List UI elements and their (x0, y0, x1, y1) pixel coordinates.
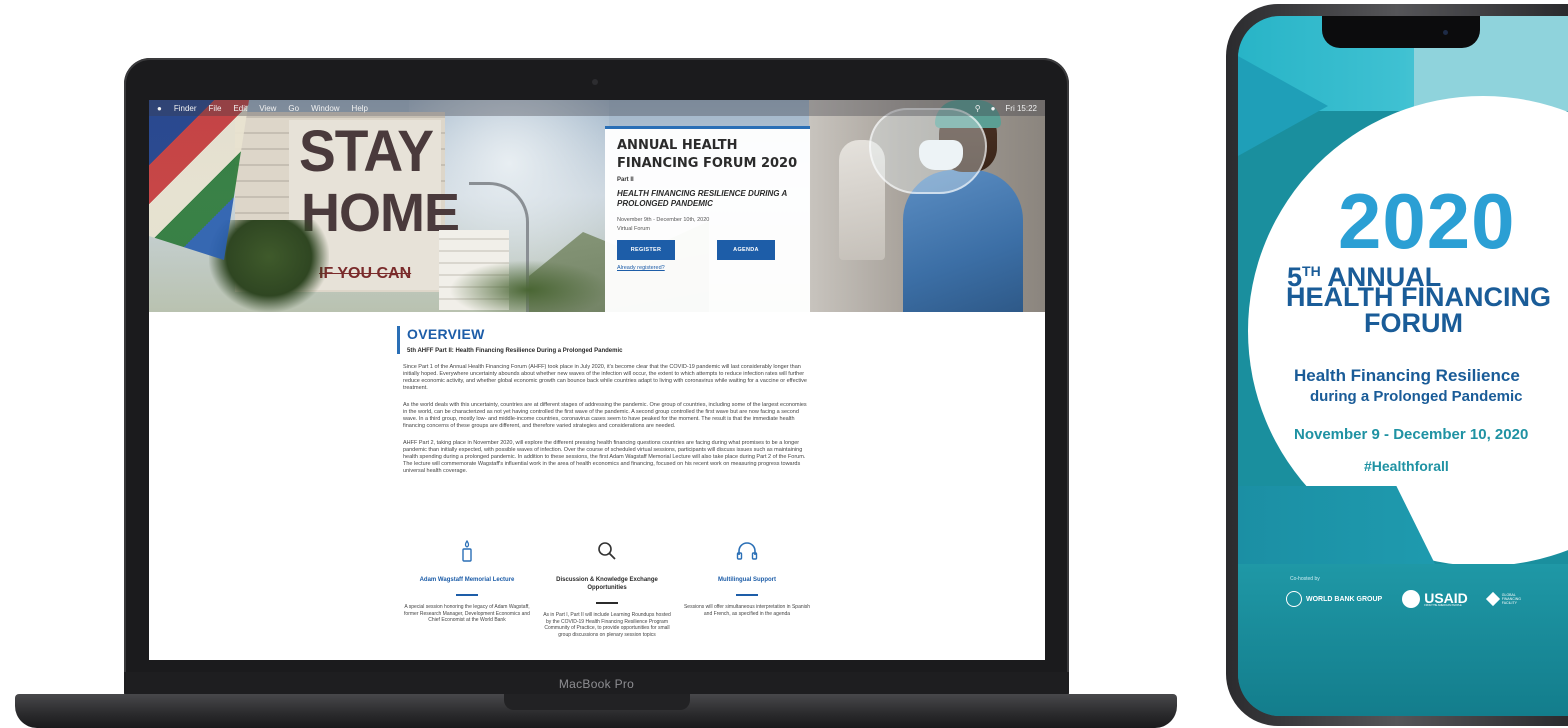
mac-menu-bar: ● Finder File Edit View Go Window Help ⚲… (149, 100, 1045, 116)
feature-multilingual-desc: Sessions will offer simultaneous interpr… (683, 604, 811, 617)
overview-paragraph-3: AHFF Part 2, taking place in November 20… (403, 440, 806, 474)
hero-buttons: REGISTER AGENDA (617, 240, 800, 260)
gff-logo: GLOBAL FINANCING FACILITY (1485, 591, 1530, 607)
world-bank-label: WORLD BANK GROUP (1306, 595, 1383, 603)
laptop-camera (592, 79, 598, 85)
menu-clock[interactable]: Fri 15:22 (1005, 104, 1037, 113)
hero-title: ANNUAL HEALTH FINANCING FORUM 2020 (617, 138, 798, 171)
overview-heading: OVERVIEW 5th AHFF Part II: Health Financ… (397, 326, 807, 354)
feature-discussion-rule (596, 602, 618, 604)
register-button[interactable]: REGISTER (617, 240, 675, 260)
usaid-label: USAID (1424, 589, 1468, 606)
hero-banner: STAY HOME IF YOU CAN ANNUAL HEALTH FINAN… (149, 100, 1045, 312)
spotlight-icon[interactable]: ⚲ (975, 104, 981, 113)
gff-diamond-icon (1485, 591, 1500, 607)
feature-lecture-rule (456, 594, 478, 596)
menu-bar-status: ⚲ ● Fri 15:22 (975, 104, 1037, 113)
agenda-button[interactable]: AGENDA (717, 240, 775, 260)
phone-notch (1322, 16, 1480, 48)
overview-paragraph-2: As the world deals with this uncertainty… (403, 402, 807, 429)
hero-trees (449, 260, 609, 312)
overview-subtitle: 5th AHFF Part II: Health Financing Resil… (407, 348, 623, 354)
phone-screen: 2020 5TH ANNUAL HEALTH FINANCING FORUM H… (1238, 16, 1568, 716)
feature-lecture-desc: A special session honoring the legacy of… (404, 604, 530, 623)
laptop-base-notch (504, 694, 690, 710)
phone-ordinal-suffix: TH (1302, 263, 1321, 279)
phone-tagline-1: Health Financing Resilience (1294, 366, 1520, 385)
phone-health-financing: HEALTH FINANCING (1286, 282, 1551, 312)
usaid-seal-icon (1402, 590, 1421, 608)
menu-item-view[interactable]: View (259, 104, 276, 113)
overview-paragraph-1: Since Part 1 of the Annual Health Financ… (403, 364, 807, 391)
feature-multilingual-rule (736, 594, 758, 596)
hero-sign-stay: STAY (299, 119, 434, 184)
hero-venue: Virtual Forum (617, 226, 650, 232)
laptop-screen: STAY HOME IF YOU CAN ANNUAL HEALTH FINAN… (149, 100, 1045, 660)
phone-tagline-2: during a Prolonged Pandemic (1310, 388, 1523, 405)
features-row: Adam Wagstaff Memorial Lecture A special… (397, 540, 817, 638)
phone-hashtag: #Healthforall (1364, 458, 1449, 474)
headphones-icon (677, 540, 817, 562)
hero-sign-if-you-can: IF YOU CAN (319, 265, 412, 282)
menu-item-help[interactable]: Help (352, 104, 368, 113)
feature-multilingual: Multilingual Support Sessions will offer… (677, 540, 817, 638)
phone-logos: WORLD BANK GROUP USAID FROM THE AMERICAN… (1286, 590, 1568, 608)
globe-icon (1286, 591, 1302, 607)
menu-item-edit[interactable]: Edit (233, 104, 247, 113)
menu-item-go[interactable]: Go (288, 104, 299, 113)
phone-front-camera (1443, 30, 1448, 35)
phone-forum: FORUM (1364, 308, 1463, 338)
menu-item-file[interactable]: File (209, 104, 222, 113)
phone-bottom-panel (1238, 564, 1568, 716)
search-icon (537, 540, 677, 562)
menu-item-window[interactable]: Window (311, 104, 339, 113)
hero-dates: November 9th - December 10th, 2020 (617, 217, 710, 223)
feature-multilingual-title: Multilingual Support (718, 577, 776, 583)
phone-cohosted-label: Co-hosted by (1290, 576, 1320, 582)
menu-item-finder[interactable]: Finder (174, 104, 197, 113)
already-registered-link[interactable]: Already registered? (617, 265, 800, 271)
laptop-model-label: MacBook Pro (558, 677, 635, 691)
user-icon[interactable]: ● (991, 104, 996, 113)
feature-discussion-desc: As in Part I, Part II will include Learn… (543, 612, 671, 638)
usaid-logo: USAID FROM THE AMERICAN PEOPLE (1402, 590, 1468, 608)
gff-label: GLOBAL FINANCING FACILITY (1501, 593, 1522, 605)
hero-part: Part II (617, 177, 634, 183)
overview-section: OVERVIEW 5th AHFF Part II: Health Financ… (397, 326, 807, 475)
candle-icon (397, 540, 537, 562)
usaid-sub-label: FROM THE AMERICAN PEOPLE (1424, 603, 1462, 607)
hero-card: ANNUAL HEALTH FINANCING FORUM 2020 Part … (605, 126, 810, 312)
feature-discussion-title: Discussion & Knowledge Exchange Opportun… (556, 577, 658, 591)
overview-title: OVERVIEW (407, 326, 485, 342)
phone-year: 2020 (1338, 177, 1516, 265)
world-bank-logo: WORLD BANK GROUP (1286, 591, 1382, 607)
apple-icon[interactable]: ● (157, 104, 162, 113)
phone-dates: November 9 - December 10, 2020 (1294, 426, 1529, 443)
feature-lecture-title: Adam Wagstaff Memorial Lecture (419, 577, 515, 583)
hero-face-shield (869, 108, 987, 194)
feature-discussion: Discussion & Knowledge Exchange Opportun… (537, 540, 677, 638)
feature-lecture: Adam Wagstaff Memorial Lecture A special… (397, 540, 537, 638)
hero-subtitle: HEALTH FINANCING RESILIENCE DURING A PRO… (617, 189, 787, 208)
